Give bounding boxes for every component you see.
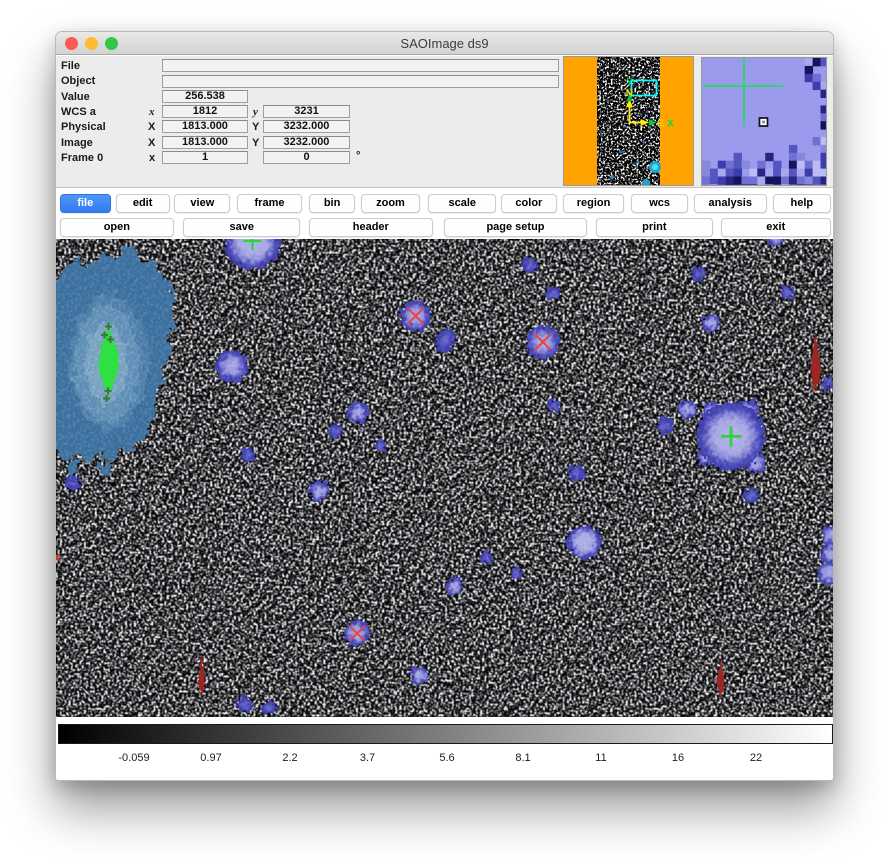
- svg-text:Y: Y: [626, 78, 633, 89]
- svg-text:X: X: [667, 119, 674, 130]
- svg-text:N: N: [626, 88, 633, 99]
- svg-text:E: E: [658, 118, 665, 129]
